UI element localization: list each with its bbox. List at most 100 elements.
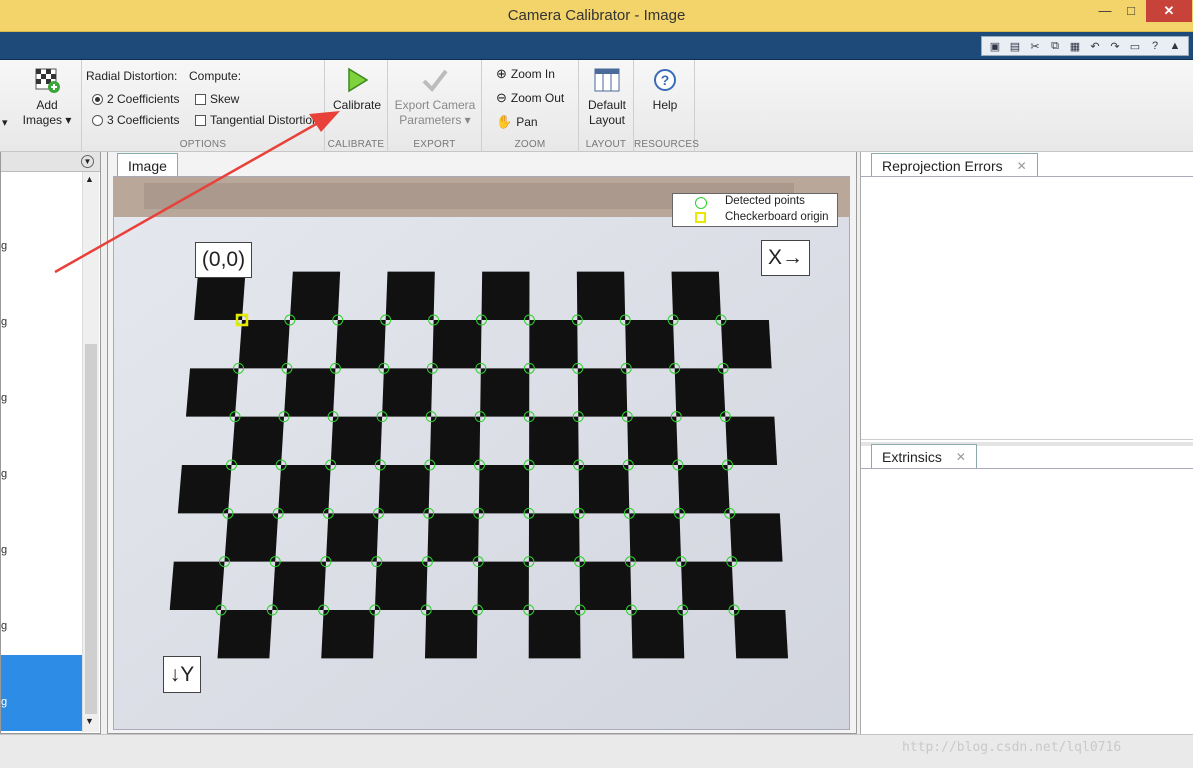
right-panels: Reprojection Errors ✕ Extrinsics ✕ xyxy=(860,152,1193,734)
undo-icon[interactable]: ↶ xyxy=(1085,38,1105,54)
quick-access-toolbar: ▣ ▤ ✂ ⧉ ▦ ↶ ↷ ▭ ? ▲ xyxy=(981,36,1189,56)
three-coefficients-radio[interactable]: 3 Coefficients xyxy=(92,113,180,127)
checkmark-icon xyxy=(390,64,480,96)
origin-marker-icon xyxy=(695,212,706,223)
add-images-label-1: Add xyxy=(36,98,58,112)
checker-square xyxy=(578,465,630,514)
close-icon[interactable]: ✕ xyxy=(956,450,966,464)
help-icon[interactable]: ? xyxy=(1145,38,1165,54)
scroll-up-icon[interactable]: ▲ xyxy=(85,174,94,184)
checker-square xyxy=(374,561,428,610)
calibrate-group-label: CALIBRATE xyxy=(327,139,385,150)
checker-square xyxy=(432,320,482,369)
redo-icon[interactable]: ↷ xyxy=(1105,38,1125,54)
list-item[interactable]: g xyxy=(1,300,82,376)
checker-square xyxy=(480,368,530,417)
list-item[interactable]: g xyxy=(1,528,82,604)
tangential-distortion-label: Tangential Distortion xyxy=(210,113,319,127)
tab-reprojection-errors[interactable]: Reprojection Errors ✕ xyxy=(871,153,1038,177)
skew-checkbox[interactable]: Skew xyxy=(195,92,239,106)
image-canvas[interactable]: Detected points Checkerboard origin (0,0… xyxy=(113,176,850,730)
checker-square xyxy=(284,368,336,417)
scroll-down-icon[interactable]: ▼ xyxy=(85,716,94,726)
list-item[interactable]: g xyxy=(1,376,82,452)
maximize-button[interactable]: □ xyxy=(1118,0,1144,22)
list-item-selected[interactable]: g xyxy=(1,655,82,731)
checker-square xyxy=(382,368,433,417)
export-camera-parameters-button[interactable]: Export Camera Parameters ▾ xyxy=(390,64,480,128)
pan-button[interactable]: ✋ Pan xyxy=(496,114,538,130)
browser-scrollbar[interactable]: ▲ ▼ xyxy=(82,172,99,732)
checker-square xyxy=(721,320,772,369)
scroll-thumb[interactable] xyxy=(85,344,97,714)
zoom-out-button[interactable]: ⊖ Zoom Out xyxy=(496,90,564,106)
list-item-label: g xyxy=(1,316,8,328)
toolstrip-tab-bar: ▣ ▤ ✂ ⧉ ▦ ↶ ↷ ▭ ? ▲ xyxy=(0,32,1193,60)
tab-image[interactable]: Image xyxy=(117,153,178,177)
copy-icon[interactable]: ⧉ xyxy=(1045,38,1065,54)
checker-square xyxy=(325,513,379,562)
close-button[interactable]: ✕ xyxy=(1146,0,1192,22)
default-layout-button[interactable]: Default Layout xyxy=(581,64,633,128)
checker-square xyxy=(185,368,239,417)
cut-icon[interactable]: ✂ xyxy=(1025,38,1045,54)
tangential-distortion-checkbox[interactable]: Tangential Distortion xyxy=(195,113,323,127)
help-button[interactable]: ? Help xyxy=(638,64,692,113)
extrinsics-area xyxy=(861,468,1193,734)
close-icon[interactable]: ✕ xyxy=(1017,159,1027,173)
minimize-button[interactable]: — xyxy=(1092,0,1118,22)
list-item[interactable] xyxy=(1,172,82,182)
help-label: Help xyxy=(652,98,678,112)
checker-square xyxy=(429,416,481,465)
zoom-group-label: ZOOM xyxy=(514,139,546,150)
checker-square xyxy=(528,610,581,659)
list-item-label: g xyxy=(1,468,8,480)
panel-menu-icon[interactable]: ▼ xyxy=(81,155,94,168)
list-item-label: g xyxy=(1,240,8,252)
zoom-in-label: Zoom In xyxy=(510,67,555,81)
checker-square xyxy=(477,561,529,610)
checker-square xyxy=(231,416,285,465)
list-item[interactable]: g xyxy=(1,224,82,300)
tab-extrinsics-label: Extrinsics xyxy=(882,448,942,465)
origin-label: (0,0) xyxy=(195,242,252,278)
list-item-label: g xyxy=(1,696,8,708)
zoom-in-button[interactable]: ⊕ Zoom In xyxy=(496,66,555,82)
two-coefficients-label: 2 Coefficients xyxy=(107,92,180,106)
list-item-label: g xyxy=(1,544,8,556)
checker-square xyxy=(481,271,530,320)
tab-image-label: Image xyxy=(128,157,167,174)
add-images-button[interactable]: Add Images ▾ xyxy=(14,64,80,128)
detected-point-icon xyxy=(695,197,707,209)
checker-square xyxy=(321,610,375,659)
checker-square xyxy=(427,513,479,562)
export-label-2: Parameters ▾ xyxy=(399,113,471,127)
radio-unselected-icon xyxy=(92,114,103,126)
paste-icon[interactable]: ▦ xyxy=(1065,38,1085,54)
default-layout-label-1: Default xyxy=(587,98,627,112)
list-item[interactable]: g xyxy=(1,452,82,528)
previous-dropdown-caret[interactable]: ▾ xyxy=(2,116,8,129)
save-icon[interactable]: ▤ xyxy=(1005,38,1025,54)
watermark-text: http://blog.csdn.net/lql0716 xyxy=(902,740,1122,755)
tab-reprojection-errors-label: Reprojection Errors xyxy=(882,157,1003,174)
options-group-label: OPTIONS xyxy=(179,139,227,150)
play-icon xyxy=(327,64,387,96)
calibrate-button[interactable]: Calibrate xyxy=(327,64,387,113)
skew-label: Skew xyxy=(210,92,240,106)
layout-icon[interactable]: ▭ xyxy=(1125,38,1145,54)
new-session-icon[interactable]: ▣ xyxy=(985,38,1005,54)
checker-square xyxy=(385,271,435,320)
checker-square xyxy=(579,561,632,610)
list-item-label: g xyxy=(1,392,8,404)
window-title: Camera Calibrator - Image xyxy=(507,7,686,24)
title-bar: Camera Calibrator - Image — □ ✕ xyxy=(0,0,1193,32)
checker-square xyxy=(674,368,726,417)
checker-square xyxy=(631,610,685,659)
checker-square xyxy=(625,320,675,369)
collapse-icon[interactable]: ▲ xyxy=(1165,38,1185,54)
two-coefficients-radio[interactable]: 2 Coefficients xyxy=(92,92,180,106)
checker-square xyxy=(734,610,789,659)
tab-extrinsics[interactable]: Extrinsics ✕ xyxy=(871,444,977,468)
add-images-label-2: Images ▾ xyxy=(22,113,72,127)
